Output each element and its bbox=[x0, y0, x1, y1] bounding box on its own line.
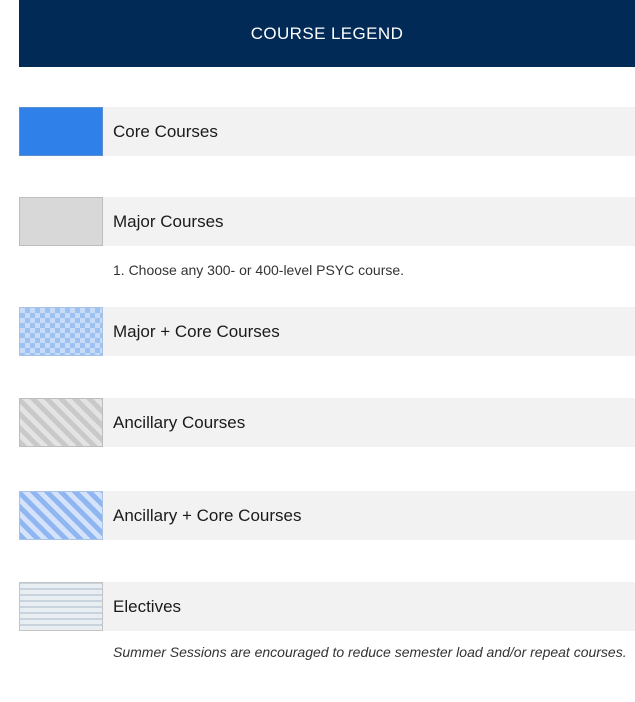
legend-item-electives: Electives bbox=[19, 582, 635, 631]
legend-header: COURSE LEGEND bbox=[19, 0, 635, 67]
legend-label-bar: Ancillary Courses bbox=[103, 398, 635, 447]
major-core-swatch bbox=[19, 307, 103, 356]
legend-label: Major + Core Courses bbox=[113, 321, 280, 341]
electives-note: Summer Sessions are encouraged to reduce… bbox=[113, 644, 627, 660]
legend-item-ancillary: Ancillary Courses bbox=[19, 398, 635, 447]
legend-label: Major Courses bbox=[113, 211, 224, 231]
legend-label-bar: Major Courses bbox=[103, 197, 635, 246]
legend-label-bar: Electives bbox=[103, 582, 635, 631]
major-note: 1. Choose any 300- or 400-level PSYC cou… bbox=[113, 262, 405, 278]
legend-label: Ancillary Courses bbox=[113, 412, 246, 432]
ancillary-core-swatch bbox=[19, 491, 103, 540]
legend-title: COURSE LEGEND bbox=[250, 23, 404, 43]
legend-item-core: Core Courses bbox=[19, 107, 635, 156]
legend-label-bar: Ancillary + Core Courses bbox=[103, 491, 635, 540]
legend-label: Core Courses bbox=[113, 121, 218, 141]
legend-label: Electives bbox=[113, 596, 182, 616]
legend-label-bar: Core Courses bbox=[103, 107, 635, 156]
major-swatch bbox=[19, 197, 103, 246]
ancillary-swatch bbox=[19, 398, 103, 447]
core-swatch bbox=[19, 107, 103, 156]
legend-label-bar: Major + Core Courses bbox=[103, 307, 635, 356]
legend-item-major-core: Major + Core Courses bbox=[19, 307, 635, 356]
legend-label: Ancillary + Core Courses bbox=[113, 505, 302, 525]
legend-item-ancillary-core: Ancillary + Core Courses bbox=[19, 491, 635, 540]
electives-swatch bbox=[19, 582, 103, 631]
legend-item-major: Major Courses bbox=[19, 197, 635, 246]
